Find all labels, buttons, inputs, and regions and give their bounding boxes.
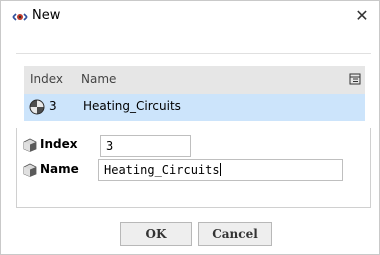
- name-label: Name: [40, 162, 79, 176]
- results-grid: Index Name 3 Heating_Circuits: [24, 66, 365, 124]
- new-dialog: New ✕ Index Name 3 Heating_Circuits Inde…: [0, 0, 380, 255]
- column-header-name[interactable]: Name: [81, 72, 116, 86]
- cube-icon: [23, 138, 37, 152]
- eye-icon: [12, 11, 28, 21]
- column-chooser-icon[interactable]: [349, 73, 361, 85]
- grid-header: Index Name: [24, 66, 365, 94]
- title-bar: New ✕: [1, 1, 379, 31]
- cell-name: Heating_Circuits: [83, 99, 181, 113]
- close-button[interactable]: ✕: [351, 4, 373, 26]
- window-title: New: [32, 8, 61, 23]
- text-caret: [219, 163, 221, 176]
- ok-button[interactable]: OK: [120, 222, 192, 246]
- loop-icon: [29, 99, 45, 115]
- index-field[interactable]: 3: [100, 135, 191, 157]
- cube-icon: [23, 163, 37, 177]
- cell-index: 3: [49, 99, 57, 113]
- cancel-button[interactable]: Cancel: [198, 222, 272, 246]
- name-field[interactable]: Heating_Circuits: [98, 159, 343, 181]
- index-label: Index: [40, 137, 78, 151]
- column-header-index[interactable]: Index: [30, 72, 63, 86]
- name-field-value: Heating_Circuits: [104, 163, 220, 177]
- table-row[interactable]: 3 Heating_Circuits: [24, 94, 365, 121]
